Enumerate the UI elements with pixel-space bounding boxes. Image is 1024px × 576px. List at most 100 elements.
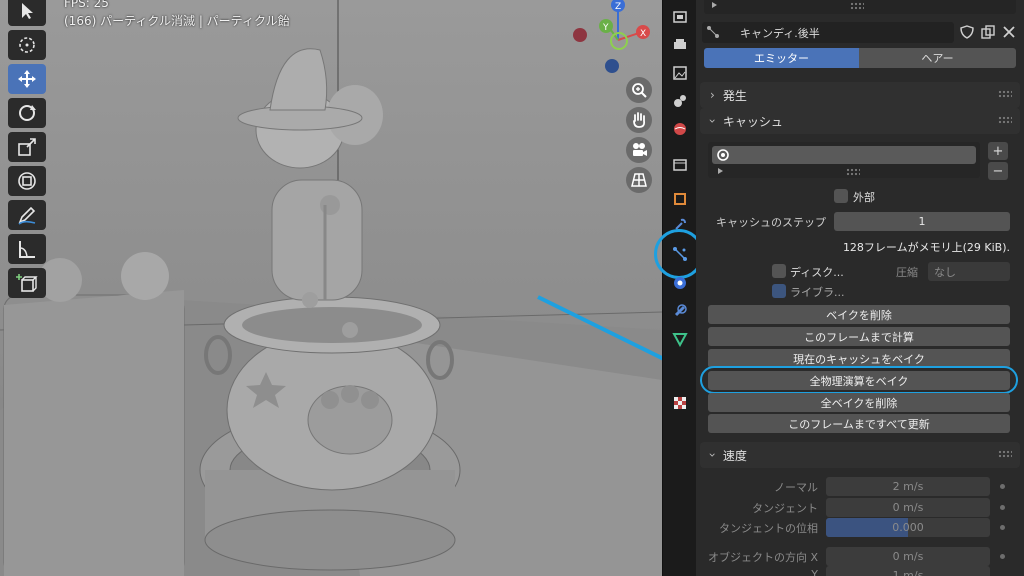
emission-panel-header[interactable]: › 発生 <box>700 82 1020 108</box>
tab-object[interactable] <box>669 188 691 210</box>
constraint-icon <box>674 304 687 317</box>
3d-viewport[interactable]: FPS: 25 (166) パーティクル消滅 | パーティクル飴 Z Y X <box>0 0 662 576</box>
add-cube-tool[interactable] <box>8 268 46 298</box>
rotate-tool[interactable] <box>8 98 46 128</box>
cache-panel-header[interactable]: › キャッシュ <box>700 108 1020 134</box>
scale-tool[interactable] <box>8 132 46 162</box>
toolbar <box>8 0 48 302</box>
tangent-field[interactable]: 0 m/s <box>826 498 990 517</box>
zoom-icon <box>632 83 647 98</box>
object-align-x-label: オブジェクトの方向 X <box>707 551 818 564</box>
cache-step-field[interactable]: 1 <box>834 212 1010 231</box>
drag-grip-icon[interactable] <box>998 90 1012 98</box>
gizmo-z-label: Z <box>615 2 621 12</box>
normal-label: ノーマル <box>774 481 818 494</box>
delete-bake-button[interactable]: ベイクを削除 <box>708 305 1010 324</box>
chevron-down-icon: › <box>705 452 720 458</box>
resize-grip-icon[interactable] <box>846 168 860 176</box>
tool-icon <box>673 11 687 23</box>
vertex-icon <box>672 333 688 347</box>
tab-scene[interactable] <box>669 118 691 140</box>
calc-to-frame-button[interactable]: このフレームまで計算 <box>708 327 1010 346</box>
normal-field[interactable]: 2 m/s <box>826 477 990 496</box>
close-icon[interactable] <box>1002 25 1016 39</box>
cache-list-item[interactable] <box>712 146 976 164</box>
cache-step-label: キャッシュのステップ <box>716 216 826 229</box>
pencil-icon <box>18 206 36 225</box>
ruler-icon <box>19 241 35 258</box>
select-box-tool[interactable] <box>8 0 46 26</box>
hand-icon <box>633 112 646 128</box>
tab-render[interactable] <box>669 34 691 56</box>
tab-physics[interactable] <box>669 272 691 294</box>
drag-grip-icon[interactable] <box>998 116 1012 124</box>
add-cache-button[interactable]: + <box>988 142 1008 160</box>
particle-system-selector[interactable]: キャンディ.後半 <box>702 22 954 43</box>
remove-cache-button[interactable]: − <box>988 162 1008 180</box>
cache-list[interactable] <box>708 142 980 178</box>
tab-output[interactable] <box>669 62 691 84</box>
transform-icon <box>18 172 36 190</box>
tab-data[interactable] <box>669 328 691 350</box>
keyframe-dot-icon[interactable] <box>1000 505 1005 510</box>
tab-texture[interactable] <box>669 392 691 414</box>
y-field[interactable]: 1 m/s <box>826 566 990 576</box>
move-tool[interactable] <box>8 64 46 94</box>
emission-panel-title: 発生 <box>722 88 747 103</box>
disk-cache-label: ディスク... <box>790 266 844 279</box>
fps-readout: FPS: 25 <box>64 0 109 10</box>
particle-list[interactable] <box>704 0 1016 14</box>
printer-icon <box>674 39 686 49</box>
box-icon <box>673 159 687 171</box>
scale-icon <box>18 138 36 156</box>
tangent-phase-slider[interactable]: 0.000 <box>826 518 990 537</box>
external-checkbox[interactable] <box>834 189 848 203</box>
camera-icon <box>633 143 647 156</box>
keyframe-dot-icon[interactable] <box>1000 525 1005 530</box>
duplicate-icon[interactable] <box>981 25 995 39</box>
expand-icon[interactable] <box>718 168 723 174</box>
zoom-button[interactable] <box>626 77 652 103</box>
keyframe-dot-icon[interactable] <box>1000 554 1005 559</box>
annotate-tool[interactable] <box>8 200 46 230</box>
library-path-checkbox[interactable] <box>772 284 786 298</box>
tab-view-layer[interactable] <box>669 90 691 112</box>
scene-render <box>0 0 662 576</box>
tab-constraints[interactable] <box>669 300 691 322</box>
compress-select[interactable]: なし <box>928 262 1010 281</box>
compress-label: 圧縮 <box>896 266 918 279</box>
delete-all-bakes-button[interactable]: 全ベイクを削除 <box>708 393 1010 412</box>
transform-tool[interactable] <box>8 166 46 196</box>
gizmo-x-label: X <box>640 29 646 39</box>
navigation-gizmo[interactable]: Z Y X <box>566 0 662 80</box>
camera-view-button[interactable] <box>626 137 652 163</box>
cursor-tool[interactable] <box>8 30 46 60</box>
disk-cache-checkbox[interactable] <box>772 264 786 278</box>
cache-icon <box>717 149 729 161</box>
move-arrows-icon <box>18 70 36 88</box>
velocity-panel-header[interactable]: › 速度 <box>700 442 1020 468</box>
tab-collection[interactable] <box>669 154 691 176</box>
add-cube-icon <box>16 274 38 292</box>
measure-tool[interactable] <box>8 234 46 264</box>
perspective-button[interactable] <box>626 167 652 193</box>
layers-icon <box>674 95 686 107</box>
update-all-to-frame-button[interactable]: このフレームまですべて更新 <box>708 414 1010 433</box>
drag-grip-icon[interactable] <box>998 450 1012 458</box>
tab-tool[interactable] <box>669 6 691 28</box>
tab-emitter[interactable]: エミッター <box>704 48 859 68</box>
shield-icon[interactable] <box>960 25 974 39</box>
rotate-icon <box>19 105 36 121</box>
cache-panel-title: キャッシュ <box>722 114 783 129</box>
pan-button[interactable] <box>626 107 652 133</box>
object-icon <box>674 193 686 205</box>
particle-system-name[interactable]: キャンディ.後半 <box>740 25 820 41</box>
library-path-label: ライブラ... <box>790 286 845 299</box>
tab-hair[interactable]: ヘアー <box>859 48 1016 68</box>
y-label: Y <box>811 568 818 576</box>
object-align-x-field[interactable]: 0 m/s <box>826 547 990 566</box>
keyframe-dot-icon[interactable] <box>1000 484 1005 489</box>
resize-grip-icon[interactable] <box>850 2 864 10</box>
expand-icon[interactable] <box>712 2 717 8</box>
highlight-ellipse <box>700 366 1018 394</box>
